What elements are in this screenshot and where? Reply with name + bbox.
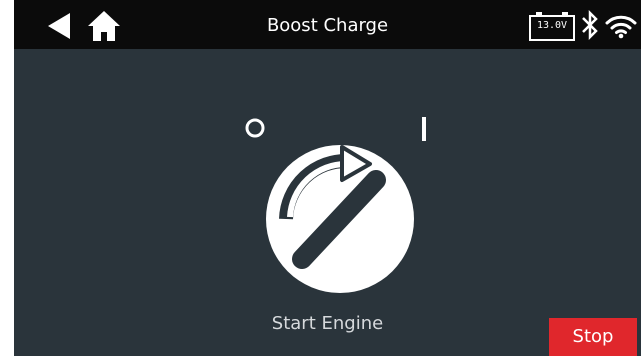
stop-button[interactable]: Stop [549, 318, 637, 356]
ignition-key-icon [266, 145, 414, 293]
app-screen: Boost Charge 13.0V Start Engine Stop [14, 0, 641, 356]
top-bar: Boost Charge 13.0V [14, 0, 641, 49]
wifi-icon [605, 15, 637, 39]
instruction-text: Start Engine [271, 313, 384, 334]
battery-voltage: 13.0V [536, 20, 568, 31]
bluetooth-icon [582, 10, 598, 40]
ignition-graphic [224, 105, 434, 295]
